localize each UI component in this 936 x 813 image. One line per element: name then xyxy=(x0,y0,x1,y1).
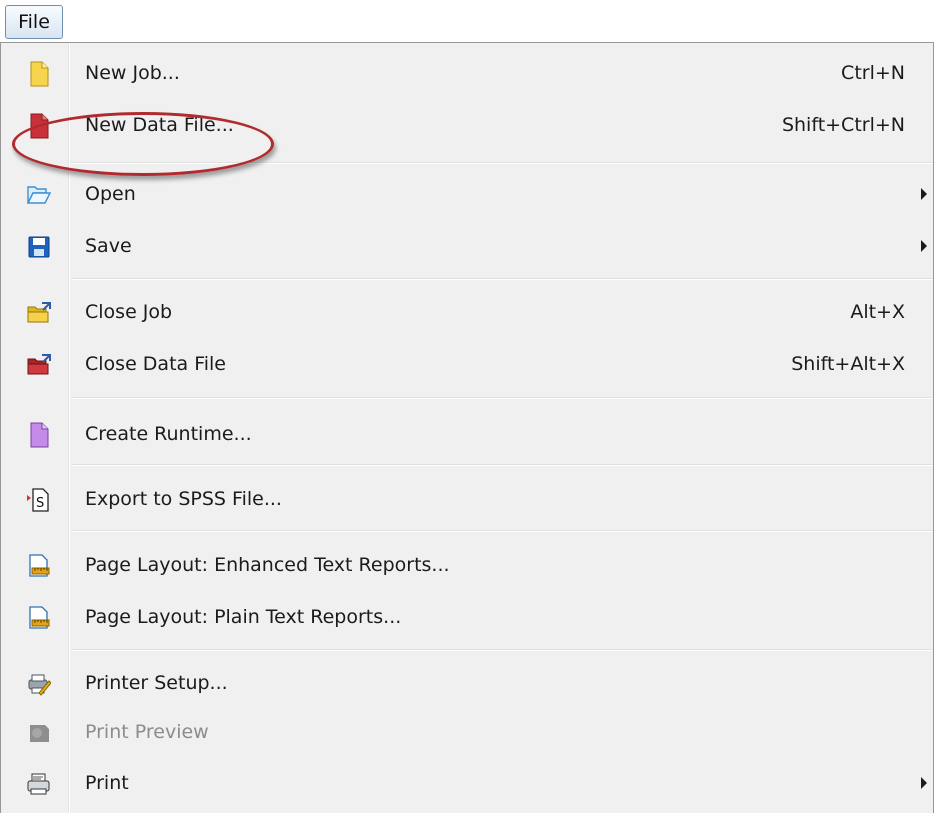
menu-item-label: Printer Setup... xyxy=(85,672,228,694)
menu-item-label: New Job... xyxy=(85,62,180,84)
save-icon xyxy=(27,234,51,260)
menu-item-create-runtime[interactable]: Create Runtime... xyxy=(1,409,933,459)
menu-item-label: Create Runtime... xyxy=(85,423,252,445)
menu-item-label: Open xyxy=(85,183,136,205)
printer-icon xyxy=(27,771,51,797)
menu-item-label: Export to SPSS File... xyxy=(85,488,282,510)
menu-separator xyxy=(71,278,933,280)
menu-item-label: Page Layout: Enhanced Text Reports... xyxy=(85,554,450,576)
menu-separator xyxy=(71,464,933,466)
menu-separator xyxy=(71,397,933,399)
menu-item-shortcut: Shift+Ctrl+N xyxy=(781,114,905,136)
menu-item-label: Close Job xyxy=(85,301,173,323)
page-layout-icon xyxy=(27,553,51,579)
submenu-arrow-icon xyxy=(921,777,927,789)
submenu-arrow-icon xyxy=(921,188,927,200)
menu-item-shortcut: Ctrl+N xyxy=(841,62,905,84)
menu-item-page-layout-plain[interactable]: Page Layout: Plain Text Reports... xyxy=(1,592,933,642)
menu-bar: File xyxy=(0,0,936,46)
menu-separator xyxy=(71,530,933,532)
menu-item-open[interactable]: Open xyxy=(1,169,933,219)
menu-item-print[interactable]: Print xyxy=(1,758,933,808)
menu-item-shortcut: Shift+Alt+X xyxy=(791,353,905,375)
menu-item-save[interactable]: Save xyxy=(1,221,933,271)
print-preview-icon xyxy=(27,720,51,746)
menu-item-label: Page Layout: Plain Text Reports... xyxy=(85,606,402,628)
close-job-icon xyxy=(27,300,51,326)
menu-item-new-job[interactable]: New Job... Ctrl+N xyxy=(1,48,933,98)
create-runtime-icon xyxy=(27,422,51,448)
new-job-icon xyxy=(27,61,51,87)
menu-item-label: Print xyxy=(85,772,129,794)
menu-separator xyxy=(71,649,933,651)
menu-item-label: Save xyxy=(85,235,132,257)
close-data-file-icon xyxy=(27,352,51,378)
menu-item-export-spss[interactable]: S Export to SPSS File... xyxy=(1,474,933,524)
menu-item-close-job[interactable]: Close Job Alt+X xyxy=(1,287,933,337)
menu-item-shortcut: Alt+X xyxy=(850,301,905,323)
menu-item-printer-setup[interactable]: Printer Setup... xyxy=(1,658,933,708)
export-spss-icon: S xyxy=(27,487,51,513)
menu-item-close-data-file[interactable]: Close Data File Shift+Alt+X xyxy=(1,339,933,389)
printer-setup-icon xyxy=(27,671,52,697)
menu-item-page-layout-enhanced[interactable]: Page Layout: Enhanced Text Reports... xyxy=(1,540,933,590)
menu-item-label: Close Data File xyxy=(85,353,226,375)
submenu-arrow-icon xyxy=(921,240,927,252)
highlight-annotation-ellipse xyxy=(12,112,274,176)
menu-item-label: Print Preview xyxy=(85,721,209,743)
page-layout-icon xyxy=(27,605,51,631)
open-folder-icon xyxy=(26,182,52,208)
menu-item-print-preview: Print Preview xyxy=(1,707,933,757)
file-menu-button[interactable]: File xyxy=(5,5,63,39)
svg-text:S: S xyxy=(36,496,44,511)
